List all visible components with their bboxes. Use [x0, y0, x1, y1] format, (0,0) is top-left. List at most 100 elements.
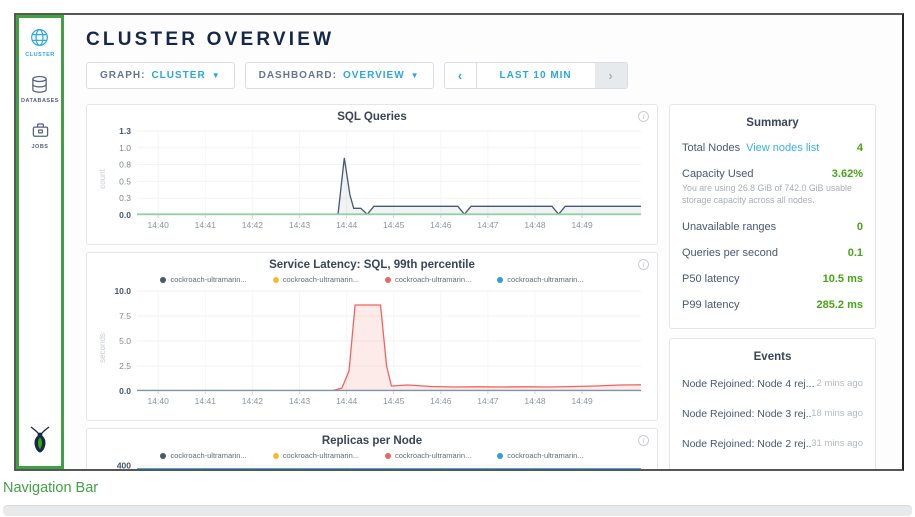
chart-card-sql-queries: SQL Queries i 14:4014:4114:4214:4314:441… — [86, 104, 658, 245]
chart-card-service-latency: Service Latency: SQL, 99th percentile i … — [86, 252, 658, 421]
legend-item[interactable]: cockroach-ultramarin... — [273, 274, 359, 285]
svg-text:14:41: 14:41 — [195, 396, 217, 406]
toolbar: GRAPH: CLUSTER ▼ DASHBOARD: OVERVIEW ▼ ‹… — [86, 62, 902, 89]
chart-card-replicas-per-node: Replicas per Node i cockroach-ultramarin… — [86, 428, 658, 469]
summary-row: P99 latency 285.2 ms — [682, 292, 863, 318]
page-title: CLUSTER OVERVIEW — [86, 29, 902, 51]
summary-value: 10.5 ms — [823, 273, 863, 285]
svg-text:14:41: 14:41 — [195, 220, 217, 230]
service-latency-chart[interactable]: 14:4014:4114:4214:4314:4414:4514:4614:47… — [97, 285, 645, 411]
info-icon[interactable]: i — [638, 259, 649, 270]
time-range-value[interactable]: LAST 10 MIN — [477, 63, 595, 88]
svg-text:0.8: 0.8 — [119, 160, 131, 170]
svg-text:seconds: seconds — [98, 333, 107, 363]
svg-text:14:42: 14:42 — [242, 396, 264, 406]
series-dot-icon — [385, 277, 391, 283]
dashboard-dropdown-label: DASHBOARD: — [259, 70, 337, 81]
chart-legend: cockroach-ultramarin... cockroach-ultrama… — [97, 450, 647, 461]
events-title: Events — [682, 348, 863, 369]
sidebar-item-cluster[interactable]: CLUSTER — [25, 27, 54, 58]
summary-row: Queries per second 0.1 — [682, 240, 863, 266]
sidebar-item-databases[interactable]: DATABASES — [21, 75, 59, 104]
summary-label: P50 latency — [682, 273, 739, 285]
summary-value: 0 — [857, 221, 863, 233]
summary-label: Unavailable ranges — [682, 221, 776, 233]
series-dot-icon — [160, 277, 166, 283]
svg-text:14:48: 14:48 — [524, 220, 546, 230]
graph-dropdown-value: CLUSTER — [151, 70, 205, 81]
summary-row: Capacity Used 3.62% You are using 26.8 G… — [682, 161, 863, 214]
legend-item[interactable]: cockroach-ultramarin... — [497, 274, 583, 285]
series-dot-icon — [273, 453, 279, 459]
summary-note: You are using 26.8 GiB of 742.0 GiB usab… — [682, 183, 863, 207]
chart-title: Service Latency: SQL, 99th percentile — [97, 259, 647, 271]
time-range-prev-button[interactable]: ‹ — [445, 63, 477, 88]
svg-text:14:40: 14:40 — [148, 220, 170, 230]
globe-icon — [29, 27, 50, 48]
legend-item[interactable]: cockroach-ultramarin... — [497, 450, 583, 461]
replicas-per-node-chart[interactable]: 14:4014:4114:4214:4314:4414:4514:4614:47… — [97, 461, 645, 469]
right-column: Summary Total Nodes View nodes list 4 Ca… — [669, 104, 876, 469]
event-row[interactable]: Node Rejoined: Node 4 rej... 2 mins ago — [682, 369, 863, 399]
legend-item[interactable]: cockroach-ultramarin... — [160, 450, 246, 461]
svg-text:14:49: 14:49 — [571, 220, 593, 230]
svg-text:2.5: 2.5 — [119, 361, 131, 371]
svg-text:0.5: 0.5 — [119, 176, 131, 186]
view-nodes-list-link[interactable]: View nodes list — [746, 142, 819, 154]
info-icon[interactable]: i — [638, 435, 649, 446]
event-row[interactable]: Node Rejoined: Node 2 rej... 31 mins ago — [682, 429, 863, 459]
svg-text:14:46: 14:46 — [430, 396, 452, 406]
event-row[interactable]: Node Rejoined: Node 1 rej... an hour ago — [682, 459, 863, 469]
event-row[interactable]: Node Rejoined: Node 3 rej... 18 mins ago — [682, 399, 863, 429]
summary-title: Summary — [682, 114, 863, 135]
svg-text:0.0: 0.0 — [119, 386, 131, 396]
svg-text:14:43: 14:43 — [289, 396, 311, 406]
info-icon[interactable]: i — [638, 111, 649, 122]
graph-dropdown[interactable]: GRAPH: CLUSTER ▼ — [86, 62, 235, 89]
annotation-navigation-bar: Navigation Bar — [3, 480, 98, 496]
summary-value: 3.62% — [832, 168, 863, 180]
svg-text:14:48: 14:48 — [524, 396, 546, 406]
dashboard-dropdown-value: OVERVIEW — [343, 70, 405, 81]
time-range-next-button[interactable]: › — [595, 63, 627, 88]
summary-value: 4 — [857, 142, 863, 154]
graph-dropdown-label: GRAPH: — [100, 70, 145, 81]
series-dot-icon — [160, 453, 166, 459]
events-panel: Events Node Rejoined: Node 4 rej... 2 mi… — [669, 338, 876, 469]
svg-text:1.3: 1.3 — [119, 126, 131, 136]
chevron-down-icon: ▼ — [212, 72, 221, 80]
svg-text:14:47: 14:47 — [477, 396, 499, 406]
sidebar-item-jobs[interactable]: JOBS — [31, 121, 50, 150]
svg-text:7.5: 7.5 — [119, 311, 131, 321]
sidebar-label-databases: DATABASES — [21, 98, 59, 104]
briefcase-icon — [31, 121, 50, 140]
sql-queries-chart[interactable]: 14:4014:4114:4214:4314:4414:4514:4614:47… — [97, 123, 645, 235]
svg-text:14:49: 14:49 — [571, 396, 593, 406]
summary-label: P99 latency — [682, 299, 739, 311]
horizontal-scrollbar[interactable] — [3, 505, 912, 516]
summary-panel: Summary Total Nodes View nodes list 4 Ca… — [669, 104, 876, 329]
svg-text:14:44: 14:44 — [336, 220, 358, 230]
legend-item[interactable]: cockroach-ultramarin... — [160, 274, 246, 285]
svg-text:14:44: 14:44 — [336, 396, 358, 406]
svg-text:14:47: 14:47 — [477, 220, 499, 230]
legend-item[interactable]: cockroach-ultramarin... — [385, 274, 471, 285]
navigation-bar: CLUSTER DATABASES JOBS — [16, 15, 64, 469]
database-icon — [30, 75, 49, 94]
chevron-right-icon: › — [608, 68, 612, 83]
summary-row: Unavailable ranges 0 — [682, 214, 863, 240]
legend-item[interactable]: cockroach-ultramarin... — [273, 450, 359, 461]
chart-legend: cockroach-ultramarin... cockroach-ultrama… — [97, 274, 647, 285]
summary-row: P50 latency 10.5 ms — [682, 266, 863, 292]
svg-text:14:45: 14:45 — [383, 220, 405, 230]
svg-text:1.0: 1.0 — [119, 143, 131, 153]
svg-text:14:45: 14:45 — [383, 396, 405, 406]
legend-item[interactable]: cockroach-ultramarin... — [385, 450, 471, 461]
main-content: CLUSTER OVERVIEW GRAPH: CLUSTER ▼ DASHBO… — [64, 15, 902, 469]
svg-text:5.0: 5.0 — [119, 336, 131, 346]
summary-value: 0.1 — [848, 247, 863, 259]
cockroachdb-logo[interactable] — [27, 426, 53, 459]
series-dot-icon — [385, 453, 391, 459]
dashboard-dropdown[interactable]: DASHBOARD: OVERVIEW ▼ — [245, 62, 434, 89]
svg-text:14:42: 14:42 — [242, 220, 264, 230]
